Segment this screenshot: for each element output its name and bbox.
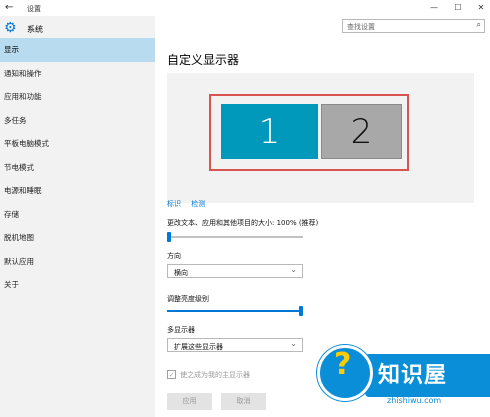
monitor-1[interactable]: 1	[221, 104, 318, 159]
scale-slider[interactable]	[167, 236, 303, 238]
multi-display-value: 扩展这些显示器	[174, 342, 223, 351]
gear-icon: ⚙	[4, 20, 17, 36]
brightness-slider-fill	[167, 310, 303, 312]
monitor-links: 标识 检测	[167, 199, 213, 209]
monitor-2[interactable]: 2	[321, 104, 402, 159]
orientation-select[interactable]: 横向 ⌄	[167, 264, 303, 278]
scale-slider-thumb[interactable]	[167, 232, 171, 242]
page-title: 自定义显示器	[167, 53, 240, 67]
orientation-label: 方向	[167, 252, 181, 260]
question-mark-icon: ?	[334, 347, 352, 382]
sidebar: ⚙ 系统 显示 通知和操作 应用和功能 多任务 平板电脑模式 节电模式 电源和睡…	[0, 16, 155, 417]
monitor-arrangement: 1 2	[167, 73, 474, 203]
sidebar-header-label: 系统	[27, 25, 43, 34]
window-title: 设置	[27, 5, 41, 13]
sidebar-item-apps[interactable]: 应用和功能	[0, 85, 155, 109]
multi-display-label: 多显示器	[167, 326, 195, 334]
sidebar-item-power-sleep[interactable]: 电源和睡眠	[0, 179, 155, 203]
watermark-logo: ? 知识屋 zhishiwu.com	[305, 335, 490, 417]
brightness-slider[interactable]	[167, 310, 303, 312]
identify-link[interactable]: 标识	[167, 200, 181, 208]
main-display-checkbox-label: 使之成为我的主显示器	[180, 371, 250, 379]
sidebar-item-storage[interactable]: 存储	[0, 203, 155, 227]
title-bar: ← 设置 — ☐ ✕	[0, 0, 490, 16]
multi-display-select[interactable]: 扩展这些显示器 ⌄	[167, 338, 303, 352]
sidebar-item-offline-maps[interactable]: 脱机地图	[0, 226, 155, 250]
detect-link[interactable]: 检测	[191, 200, 205, 208]
cancel-button[interactable]: 取消	[221, 393, 266, 410]
sidebar-item-default-apps[interactable]: 默认应用	[0, 250, 155, 274]
sidebar-item-notifications[interactable]: 通知和操作	[0, 62, 155, 86]
brightness-slider-thumb[interactable]	[299, 306, 303, 316]
apply-button[interactable]: 应用	[167, 393, 212, 410]
orientation-value: 横向	[174, 268, 188, 277]
brightness-label: 调整亮度级别	[167, 295, 209, 303]
chevron-down-icon: ⌄	[290, 265, 297, 274]
sidebar-item-multitasking[interactable]: 多任务	[0, 109, 155, 133]
sidebar-item-display[interactable]: 显示	[0, 38, 155, 62]
scale-label: 更改文本、应用和其他项目的大小: 100% (推荐)	[167, 219, 319, 227]
maximize-button[interactable]: ☐	[452, 2, 464, 14]
sidebar-item-about[interactable]: 关于	[0, 273, 155, 297]
sidebar-nav: 显示 通知和操作 应用和功能 多任务 平板电脑模式 节电模式 电源和睡眠 存储 …	[0, 38, 155, 297]
watermark-url: zhishiwu.com	[387, 396, 442, 405]
sidebar-item-battery-saver[interactable]: 节电模式	[0, 156, 155, 180]
main-display-checkbox[interactable]: ✓	[167, 370, 176, 379]
minimize-button[interactable]: —	[428, 2, 440, 14]
sidebar-item-tablet-mode[interactable]: 平板电脑模式	[0, 132, 155, 156]
chevron-down-icon: ⌄	[290, 339, 297, 348]
close-button[interactable]: ✕	[475, 2, 487, 14]
back-arrow-icon[interactable]: ←	[5, 2, 13, 13]
sidebar-header[interactable]: ⚙ 系统	[4, 20, 144, 38]
watermark-text: 知识屋	[378, 363, 448, 388]
